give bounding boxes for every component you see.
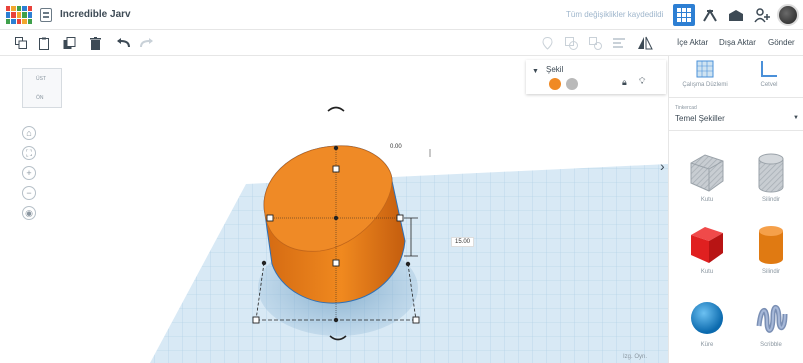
- box-icon: [685, 223, 729, 267]
- edit-toolbar: İçe Aktar Dışa Aktar Gönder: [0, 30, 803, 56]
- save-status: Tüm değişiklikler kaydedildi: [566, 10, 664, 19]
- shape-item[interactable]: Kutu: [677, 223, 737, 275]
- shape-item[interactable]: Küre: [677, 296, 737, 348]
- panel-tools: Çalışma Düzlemi Cetvel: [669, 56, 803, 98]
- shape-inspector: ▼ Şekil 🔒︎ 💡︎: [526, 60, 666, 94]
- visibility-bulb-icon[interactable]: 💡︎: [639, 76, 645, 87]
- align-icon[interactable]: [610, 34, 628, 52]
- ruler-icon: [739, 60, 799, 82]
- send-button[interactable]: Gönder: [768, 38, 795, 47]
- tinkercad-logo[interactable]: [6, 6, 32, 24]
- user-add-icon[interactable]: [751, 4, 773, 26]
- height-value-label[interactable]: 15.00: [451, 237, 475, 247]
- design-title[interactable]: Incredible Jarv: [60, 9, 131, 20]
- panel-toggle-icon[interactable]: ›: [660, 158, 665, 174]
- delete-icon[interactable]: [86, 34, 104, 52]
- bricks-icon[interactable]: [725, 4, 747, 26]
- hole-color-swatch[interactable]: [566, 78, 578, 90]
- rotate-top-arrow[interactable]: [327, 106, 345, 112]
- design-list-icon[interactable]: [40, 8, 52, 22]
- cylinder-icon: [749, 223, 793, 267]
- view-cube[interactable]: ÜST ÖN: [22, 68, 62, 108]
- rotation-value-label[interactable]: 0.00: [387, 143, 405, 151]
- sphere-icon: [685, 296, 729, 340]
- collapse-caret-icon[interactable]: ▼: [532, 68, 539, 75]
- ruler-tool[interactable]: Cetvel: [739, 60, 799, 88]
- perspective-icon[interactable]: ◉: [22, 206, 36, 220]
- group-icon[interactable]: [562, 34, 580, 52]
- import-button[interactable]: İçe Aktar: [677, 38, 708, 47]
- library-owner: Tinkercad: [675, 105, 697, 111]
- inspector-title: Şekil: [546, 65, 564, 74]
- shape-item[interactable]: Scribble: [741, 296, 801, 348]
- scribble-icon: [749, 296, 793, 340]
- hole-cylinder-icon: [749, 151, 793, 195]
- redo-icon[interactable]: [138, 34, 156, 52]
- workplane-icon: [675, 60, 735, 82]
- workplane-tool[interactable]: Çalışma Düzlemi: [675, 60, 735, 88]
- top-bar: Incredible Jarv Tüm değişiklikler kayded…: [0, 0, 803, 30]
- workplane-viewport[interactable]: ÜST ÖN ⌂ ⛶ + − ◉ ▼ Şekil 🔒︎ 💡︎ 0.00 15.0…: [0, 56, 668, 363]
- duplicate-icon[interactable]: [60, 34, 78, 52]
- tinkercad-editor: Incredible Jarv Tüm değişiklikler kayded…: [0, 0, 803, 363]
- hole-box-icon: [685, 151, 729, 195]
- copy-icon[interactable]: [12, 34, 30, 52]
- fit-view-icon[interactable]: ⛶: [22, 146, 36, 160]
- shape-item[interactable]: Silindir: [741, 151, 801, 203]
- ungroup-icon[interactable]: [586, 34, 604, 52]
- mirror-icon[interactable]: [636, 34, 654, 52]
- zoom-in-icon[interactable]: +: [22, 166, 36, 180]
- undo-icon[interactable]: [114, 34, 132, 52]
- zoom-out-icon[interactable]: −: [22, 186, 36, 200]
- workplane-canvas[interactable]: [0, 56, 668, 363]
- shape-item[interactable]: Silindir: [741, 223, 801, 275]
- shape-item[interactable]: Kutu: [677, 151, 737, 203]
- paste-icon[interactable]: [36, 34, 54, 52]
- user-avatar[interactable]: [777, 4, 799, 26]
- home-view-icon[interactable]: ⌂: [22, 126, 36, 140]
- library-select[interactable]: Temel Şekiller: [675, 114, 725, 123]
- note-icon[interactable]: [538, 34, 556, 52]
- library-dropdown-icon[interactable]: ▼: [793, 115, 799, 121]
- export-button[interactable]: Dışa Aktar: [719, 38, 756, 47]
- shapes-panel: Çalışma Düzlemi Cetvel Tinkercad Temel Ş…: [668, 56, 803, 363]
- codeblocks-icon[interactable]: [699, 4, 721, 26]
- 3d-view-grid-icon[interactable]: [673, 4, 695, 26]
- snap-grid-label[interactable]: Izg. Oyn.: [620, 353, 650, 361]
- lock-icon[interactable]: 🔒︎: [622, 77, 627, 88]
- solid-color-swatch[interactable]: [549, 78, 561, 90]
- view-switcher: [673, 2, 803, 28]
